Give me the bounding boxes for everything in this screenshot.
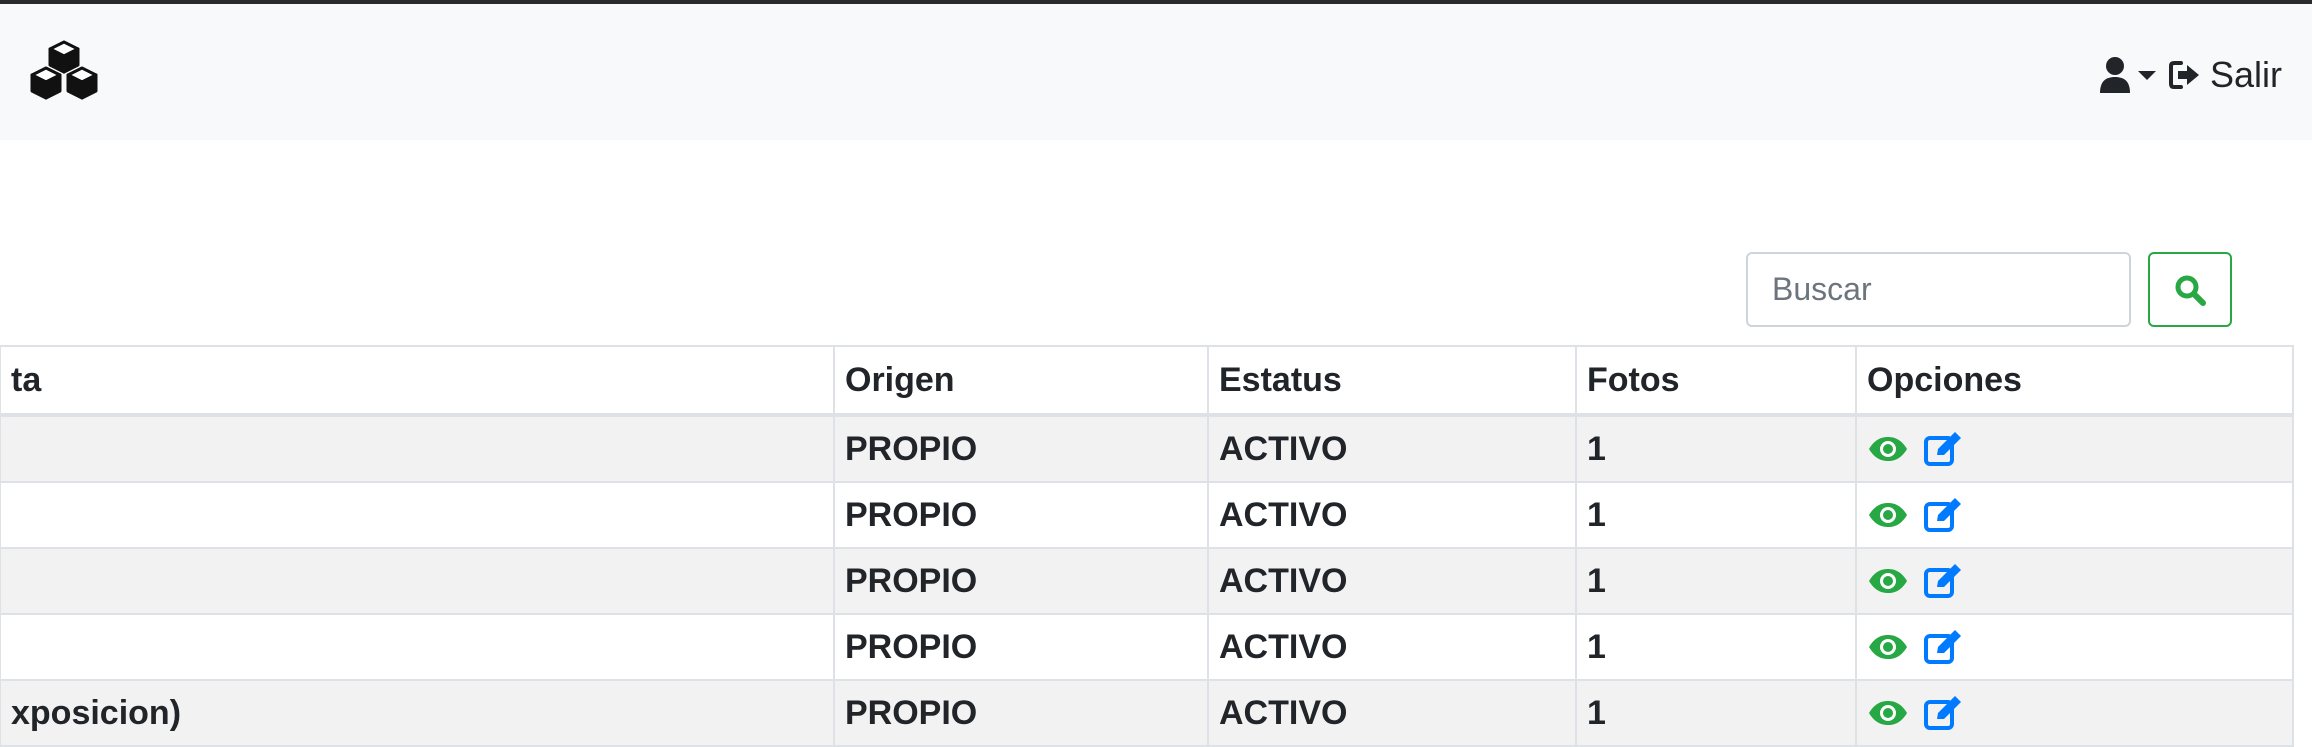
cell-origen: PROPIO	[833, 414, 1209, 483]
view-button[interactable]	[1867, 567, 1909, 595]
cubes-icon	[30, 40, 98, 100]
cell-opciones	[1855, 481, 2294, 549]
sign-out-icon	[2168, 61, 2199, 89]
cell-estatus: ACTIVO	[1207, 613, 1577, 681]
cell-opciones	[1855, 613, 2294, 681]
logout-link[interactable]: Salir	[2168, 54, 2282, 96]
column-header-estatus[interactable]: Estatus	[1207, 345, 1577, 417]
logout-label: Salir	[2209, 54, 2282, 95]
cell-opciones	[1855, 414, 2294, 483]
cell-estatus: ACTIVO	[1207, 679, 1577, 747]
table-row: xposicion) PROPIO ACTIVO 1	[0, 679, 2294, 747]
search-icon	[2175, 275, 2206, 306]
cell-origen: PROPIO	[833, 481, 1209, 549]
cell-fotos: 1	[1575, 414, 1857, 483]
table-row: PROPIO ACTIVO 1	[0, 613, 2294, 681]
top-navbar: Salir	[0, 4, 2312, 140]
view-button[interactable]	[1867, 699, 1909, 727]
data-table: ta Origen Estatus Fotos Opciones PROPIO …	[0, 345, 2294, 747]
edit-button[interactable]	[1923, 694, 1963, 732]
cell-first	[0, 414, 835, 483]
edit-button[interactable]	[1923, 430, 1963, 468]
caret-down-icon	[2137, 71, 2156, 80]
search-button[interactable]	[2148, 252, 2232, 327]
cell-first	[0, 547, 835, 615]
edit-button[interactable]	[1923, 562, 1963, 600]
column-header[interactable]: ta	[0, 345, 835, 417]
edit-button[interactable]	[1923, 628, 1963, 666]
column-header-fotos[interactable]: Fotos	[1575, 345, 1857, 417]
navbar-right: Salir	[2098, 49, 2282, 101]
eye-icon	[1869, 635, 1907, 659]
table-row: PROPIO ACTIVO 1	[0, 414, 2294, 483]
cell-origen: PROPIO	[833, 679, 1209, 747]
edit-icon	[1924, 630, 1961, 664]
view-button[interactable]	[1867, 501, 1909, 529]
eye-icon	[1869, 437, 1907, 461]
edit-icon	[1924, 498, 1961, 532]
cell-origen: PROPIO	[833, 613, 1209, 681]
cell-fotos: 1	[1575, 481, 1857, 549]
cell-fotos: 1	[1575, 613, 1857, 681]
table-header-row: ta Origen Estatus Fotos Opciones	[0, 345, 2294, 417]
edit-icon	[1924, 564, 1961, 598]
user-icon	[2099, 57, 2130, 93]
search-input[interactable]	[1746, 252, 2131, 327]
cell-origen: PROPIO	[833, 547, 1209, 615]
cell-estatus: ACTIVO	[1207, 414, 1577, 483]
edit-button[interactable]	[1923, 496, 1963, 534]
cell-first: xposicion)	[0, 679, 835, 747]
cell-estatus: ACTIVO	[1207, 547, 1577, 615]
table-row: PROPIO ACTIVO 1	[0, 547, 2294, 615]
cell-estatus: ACTIVO	[1207, 481, 1577, 549]
cell-first	[0, 613, 835, 681]
eye-icon	[1869, 701, 1907, 725]
column-header-opciones: Opciones	[1855, 345, 2294, 417]
eye-icon	[1869, 569, 1907, 593]
user-menu-toggle[interactable]	[2098, 56, 2158, 94]
column-header-origen[interactable]: Origen	[833, 345, 1209, 417]
cell-first	[0, 481, 835, 549]
brand-logo[interactable]	[28, 38, 100, 104]
view-button[interactable]	[1867, 633, 1909, 661]
eye-icon	[1869, 503, 1907, 527]
edit-icon	[1924, 696, 1961, 730]
table-row: PROPIO ACTIVO 1	[0, 481, 2294, 549]
cell-fotos: 1	[1575, 547, 1857, 615]
edit-icon	[1924, 432, 1961, 466]
cell-opciones	[1855, 547, 2294, 615]
view-button[interactable]	[1867, 435, 1909, 463]
cell-opciones	[1855, 679, 2294, 747]
cell-fotos: 1	[1575, 679, 1857, 747]
